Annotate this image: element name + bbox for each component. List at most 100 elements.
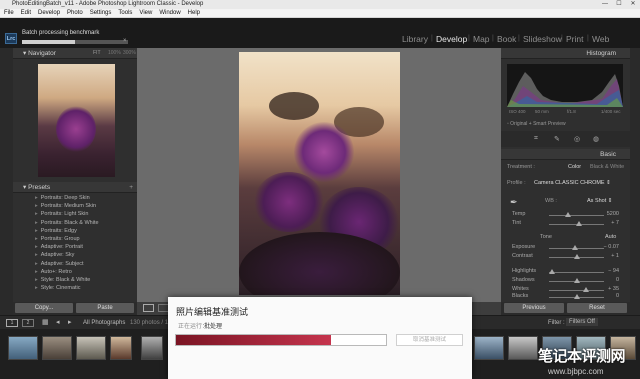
- preset-item[interactable]: Portraits: Edgy: [13, 227, 137, 235]
- treatment-color[interactable]: Color: [568, 164, 581, 170]
- basic-header[interactable]: Basic: [501, 149, 630, 160]
- menu-view[interactable]: View: [139, 10, 152, 16]
- close-icon[interactable]: ✕: [626, 0, 640, 9]
- original-smart-preview[interactable]: ▫ Original + Smart Preview: [507, 121, 566, 127]
- source-label[interactable]: All Photographs: [83, 320, 125, 326]
- slider-contrast[interactable]: Contrast + 1: [507, 252, 623, 262]
- histogram[interactable]: [507, 64, 623, 107]
- slider-track[interactable]: [549, 215, 604, 216]
- menu-file[interactable]: File: [4, 10, 14, 16]
- maximize-icon[interactable]: ☐: [612, 0, 626, 9]
- tone-auto[interactable]: Auto: [605, 234, 616, 240]
- module-web[interactable]: Web: [592, 34, 609, 44]
- slider-value[interactable]: + 7: [611, 220, 619, 226]
- cancel-benchmark-button[interactable]: 取消基准测试: [396, 334, 463, 346]
- preset-item[interactable]: Portraits: Medium Skin: [13, 202, 137, 210]
- menu-window[interactable]: Window: [159, 10, 180, 16]
- reset-button[interactable]: Reset: [567, 303, 627, 313]
- filter-select[interactable]: Filters Off: [566, 318, 598, 326]
- preset-item[interactable]: Portraits: Black & White: [13, 219, 137, 227]
- menu-bar: File Edit Develop Photo Settings Tools View Win…: [0, 9, 640, 18]
- preset-item[interactable]: Auto+: Retro: [13, 268, 137, 276]
- film-thumb[interactable]: [508, 336, 538, 360]
- slider-value[interactable]: 0: [616, 277, 619, 283]
- previous-button[interactable]: Previous: [504, 303, 564, 313]
- crop-icon[interactable]: ⌗: [534, 135, 538, 143]
- slider-value[interactable]: 0: [616, 293, 619, 299]
- masking-icon[interactable]: ◍: [593, 135, 599, 143]
- back-arrow-icon[interactable]: ◂: [56, 318, 60, 326]
- histogram-header[interactable]: Histogram: [501, 48, 630, 59]
- slider-tint[interactable]: Tint + 7: [507, 219, 623, 229]
- wb-select[interactable]: As Shot ⇕: [587, 198, 612, 204]
- minimize-icon[interactable]: —: [598, 0, 612, 9]
- slider-value[interactable]: + 1: [611, 253, 619, 259]
- film-thumb[interactable]: [474, 336, 504, 360]
- module-slideshow[interactable]: Slideshow: [523, 34, 562, 44]
- slider-track[interactable]: [549, 272, 604, 273]
- slider-blacks[interactable]: Blacks 0: [507, 292, 623, 302]
- loupe-view-icon[interactable]: [143, 304, 154, 312]
- film-thumb[interactable]: [76, 336, 106, 360]
- add-preset-icon[interactable]: +: [129, 182, 133, 193]
- slider-value[interactable]: 5200: [607, 211, 619, 217]
- menu-develop[interactable]: Develop: [38, 10, 60, 16]
- film-thumb[interactable]: [110, 336, 132, 360]
- module-map[interactable]: Map: [473, 34, 490, 44]
- zoom-fit[interactable]: FIT: [93, 48, 101, 59]
- histogram-value: 1/400 sec: [601, 109, 621, 114]
- slider-value[interactable]: − 94: [608, 268, 619, 274]
- module-develop[interactable]: Develop: [436, 34, 467, 44]
- menu-photo[interactable]: Photo: [67, 10, 83, 16]
- presets-header[interactable]: ▾ Presets +: [13, 182, 137, 193]
- treatment-bw[interactable]: Black & White: [590, 164, 624, 170]
- grid-view-icon[interactable]: ▦: [42, 318, 49, 326]
- forward-arrow-icon[interactable]: ▸: [68, 318, 72, 326]
- module-book[interactable]: Book: [497, 34, 516, 44]
- secondary-window-1[interactable]: 1: [6, 319, 18, 327]
- menu-tools[interactable]: Tools: [118, 10, 132, 16]
- film-thumb[interactable]: [42, 336, 72, 360]
- slider-knob[interactable]: [573, 294, 580, 299]
- film-thumb[interactable]: [141, 336, 163, 360]
- right-edge[interactable]: [630, 48, 640, 315]
- film-thumb[interactable]: [8, 336, 38, 360]
- preset-item[interactable]: Adaptive: Subject: [13, 260, 137, 268]
- preset-item[interactable]: Style: Black & White: [13, 276, 137, 284]
- main-photo[interactable]: [239, 52, 400, 295]
- slider-knob[interactable]: [573, 254, 580, 259]
- healing-icon[interactable]: ✎: [554, 135, 560, 143]
- preset-item[interactable]: Style: Cinematic: [13, 284, 137, 292]
- menu-settings[interactable]: Settings: [90, 10, 112, 16]
- preset-item[interactable]: Adaptive: Sky: [13, 251, 137, 259]
- zoom-300[interactable]: 300%: [123, 48, 136, 59]
- slider-knob[interactable]: [573, 278, 580, 283]
- menu-edit[interactable]: Edit: [21, 10, 31, 16]
- task-close-icon[interactable]: ×: [123, 38, 127, 44]
- preset-item[interactable]: Portraits: Deep Skin: [13, 194, 137, 202]
- wb-eyedropper-icon[interactable]: ✒: [510, 197, 518, 208]
- preset-item[interactable]: Adaptive: Portrait: [13, 243, 137, 251]
- module-library[interactable]: Library: [402, 34, 428, 44]
- navigator-preview[interactable]: [38, 64, 115, 177]
- navigator-header[interactable]: ▾ Navigator FIT 100% 300%: [13, 48, 137, 59]
- preset-item[interactable]: Portraits: Light Skin: [13, 210, 137, 218]
- module-print[interactable]: Print: [566, 34, 583, 44]
- paste-button[interactable]: Paste: [76, 303, 134, 313]
- slider-knob[interactable]: [572, 245, 579, 250]
- menu-help[interactable]: Help: [188, 10, 200, 16]
- profile-select[interactable]: Camera CLASSIC CHROME ⇕: [534, 180, 611, 186]
- window-title: PhotoEditingBatch_v11 - Adobe Photoshop …: [12, 1, 204, 7]
- task-label: Batch processing benchmark: [22, 30, 100, 36]
- red-eye-icon[interactable]: ◎: [574, 135, 580, 143]
- zoom-100[interactable]: 100%: [108, 48, 121, 59]
- secondary-window-2[interactable]: 2: [22, 319, 34, 327]
- preset-item[interactable]: Portraits: Group: [13, 235, 137, 243]
- slider-knob[interactable]: [576, 221, 583, 226]
- copy-button[interactable]: Copy...: [15, 303, 73, 313]
- left-edge[interactable]: [0, 48, 13, 315]
- slider-value[interactable]: − 0.07: [604, 244, 619, 250]
- slider-knob[interactable]: [548, 269, 555, 274]
- slider-track[interactable]: [549, 290, 604, 291]
- slider-knob[interactable]: [565, 212, 572, 217]
